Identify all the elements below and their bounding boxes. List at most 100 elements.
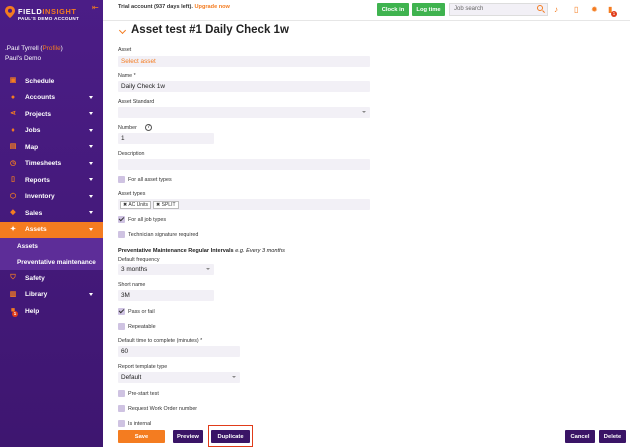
- delete-button[interactable]: Delete: [599, 430, 626, 443]
- help-badge: 1: [12, 311, 18, 317]
- map-icon: ▤: [9, 143, 17, 151]
- wrench-icon: ✦: [10, 225, 16, 233]
- time-to-complete-label: Default time to complete (minutes) *: [118, 338, 203, 344]
- default-frequency-select[interactable]: 3 months: [118, 264, 214, 275]
- chevron-down-icon: [89, 178, 93, 181]
- chevron-down-icon: [89, 112, 93, 115]
- sidebar-item-library[interactable]: ▥ Library: [0, 287, 103, 304]
- profile-link[interactable]: Profile: [43, 45, 61, 52]
- sidebar-item-accounts[interactable]: ● Accounts: [0, 90, 103, 107]
- chevron-down-icon: [89, 211, 93, 214]
- sidebar-item-safety[interactable]: ⛉ Safety: [0, 270, 103, 287]
- search-icon[interactable]: [537, 5, 543, 11]
- time-to-complete-field[interactable]: 60: [118, 346, 240, 357]
- sidebar-subitem-assets[interactable]: Assets: [0, 238, 103, 254]
- all-asset-types-label: For all asset types: [128, 177, 172, 183]
- pre-start-checkbox[interactable]: [118, 390, 125, 397]
- pm-intervals-heading: Preventative Maintenance Regular Interva…: [118, 248, 285, 254]
- name-label: Name *: [118, 73, 136, 79]
- report-template-label: Report template type: [118, 364, 168, 370]
- chevron-down-icon[interactable]: [118, 26, 127, 35]
- sidebar-item-timesheets[interactable]: ◷ Timesheets: [0, 156, 103, 173]
- asset-standard-select[interactable]: [118, 107, 370, 118]
- description-label: Description: [118, 151, 145, 157]
- pass-or-fail-checkbox[interactable]: [118, 308, 125, 315]
- chevron-down-icon: [89, 227, 93, 231]
- chevron-down-icon: [89, 292, 93, 296]
- brand-logo[interactable]: FIELDINSIGHT PAUL'S DEMO ACCOUNT: [5, 5, 100, 23]
- chevron-down-icon: [206, 268, 210, 270]
- number-label: Number: [118, 125, 137, 131]
- duplicate-button[interactable]: Duplicate: [211, 430, 250, 443]
- report-template-select[interactable]: Default: [118, 372, 240, 383]
- short-name-label: Short name: [118, 282, 146, 288]
- default-frequency-label: Default frequency: [118, 257, 160, 263]
- is-internal-checkbox[interactable]: [118, 420, 125, 427]
- repeatable-label: Repeatable: [128, 324, 156, 330]
- chevron-down-icon: [362, 111, 366, 113]
- technician-signature-checkbox[interactable]: [118, 231, 125, 238]
- cancel-button[interactable]: Cancel: [565, 430, 595, 443]
- pass-or-fail-label: Pass or fail: [128, 309, 155, 315]
- job-search-input[interactable]: Job search: [449, 3, 548, 16]
- sidebar-nav: ▣ Schedule ● Accounts ⋖ Projects ♦ Jobs ▤ Map…: [0, 73, 103, 320]
- asset-type-tag[interactable]: ✖ AC Units: [120, 201, 152, 209]
- chevron-down-icon: [232, 376, 236, 378]
- mobile-icon[interactable]: ▯: [574, 6, 578, 14]
- top-bar: Trial account (937 days left). Upgrade n…: [103, 0, 630, 21]
- sidebar-item-map[interactable]: ▤ Map: [0, 139, 103, 156]
- request-work-order-label: Request Work Order number: [128, 406, 198, 412]
- shield-icon: ⛉: [10, 274, 16, 282]
- location-pin-icon: ♦: [11, 126, 15, 134]
- collapse-sidebar-icon[interactable]: ⇤: [92, 3, 99, 12]
- name-field[interactable]: Daily Check 1w: [118, 81, 370, 92]
- number-field[interactable]: 1: [118, 133, 214, 144]
- notification-count-badge: 1: [611, 11, 617, 17]
- user-icon: ●: [10, 93, 16, 101]
- preview-button[interactable]: Preview: [173, 430, 203, 443]
- logo-icon: [5, 6, 15, 18]
- chevron-down-icon: [89, 161, 93, 165]
- save-button[interactable]: Save: [118, 430, 165, 443]
- asset-standard-label: Asset Standard: [118, 99, 155, 105]
- gear-icon[interactable]: ✹: [591, 6, 598, 14]
- brand-name: FIELDINSIGHT: [18, 7, 77, 16]
- trial-notice: Trial account (937 days left). Upgrade n…: [118, 4, 230, 10]
- description-field[interactable]: [118, 159, 370, 170]
- asset-type-tag[interactable]: ✖ SPLIT: [153, 201, 179, 209]
- sidebar-item-projects[interactable]: ⋖ Projects: [0, 106, 103, 123]
- tag-icon: ◆: [10, 209, 16, 217]
- upgrade-link[interactable]: Upgrade now: [194, 4, 229, 10]
- sidebar: FIELDINSIGHT PAUL'S DEMO ACCOUNT ⇤ .Paul…: [0, 0, 103, 447]
- all-asset-types-checkbox[interactable]: [118, 176, 125, 183]
- calendar-icon: ▣: [9, 77, 17, 85]
- asset-types-label: Asset types: [118, 191, 146, 197]
- sidebar-item-reports[interactable]: ▯ Reports: [0, 172, 103, 189]
- asset-select[interactable]: Select asset: [118, 56, 370, 67]
- box-icon: ⬡: [9, 192, 17, 200]
- app-window: FIELDINSIGHT PAUL'S DEMO ACCOUNT ⇤ .Paul…: [0, 0, 630, 447]
- chevron-down-icon: [89, 145, 93, 148]
- sidebar-item-inventory[interactable]: ⬡ Inventory: [0, 189, 103, 206]
- sidebar-item-schedule[interactable]: ▣ Schedule: [0, 73, 103, 90]
- repeatable-checkbox[interactable]: [118, 323, 125, 330]
- bell-icon[interactable]: ♪: [554, 6, 558, 14]
- document-icon: ▯: [11, 176, 15, 184]
- clock-in-button[interactable]: Clock in: [377, 3, 409, 16]
- asset-types-select[interactable]: ✖ AC Units ✖ SPLIT: [118, 199, 370, 210]
- user-org: Paul's Demo: [5, 55, 42, 62]
- sidebar-item-sales[interactable]: ◆ Sales: [0, 205, 103, 222]
- help-circle-icon[interactable]: ?: [145, 124, 152, 131]
- all-job-types-checkbox[interactable]: [118, 216, 125, 223]
- short-name-field[interactable]: 3M: [118, 290, 214, 301]
- log-time-button[interactable]: Log time: [412, 3, 445, 16]
- sidebar-item-help[interactable]: ■Help1: [0, 303, 103, 320]
- user-name: .Paul Tyrrell (Profile): [5, 45, 63, 52]
- brand-account: PAUL'S DEMO ACCOUNT: [18, 16, 80, 21]
- sidebar-item-assets[interactable]: ✦ Assets: [0, 221, 103, 238]
- sidebar-item-jobs[interactable]: ♦ Jobs: [0, 123, 103, 140]
- sidebar-subitem-preventative-maintenance[interactable]: Preventative maintenance: [0, 254, 103, 270]
- request-work-order-checkbox[interactable]: [118, 405, 125, 412]
- clock-icon: ◷: [9, 159, 17, 167]
- book-icon: ▥: [9, 290, 17, 298]
